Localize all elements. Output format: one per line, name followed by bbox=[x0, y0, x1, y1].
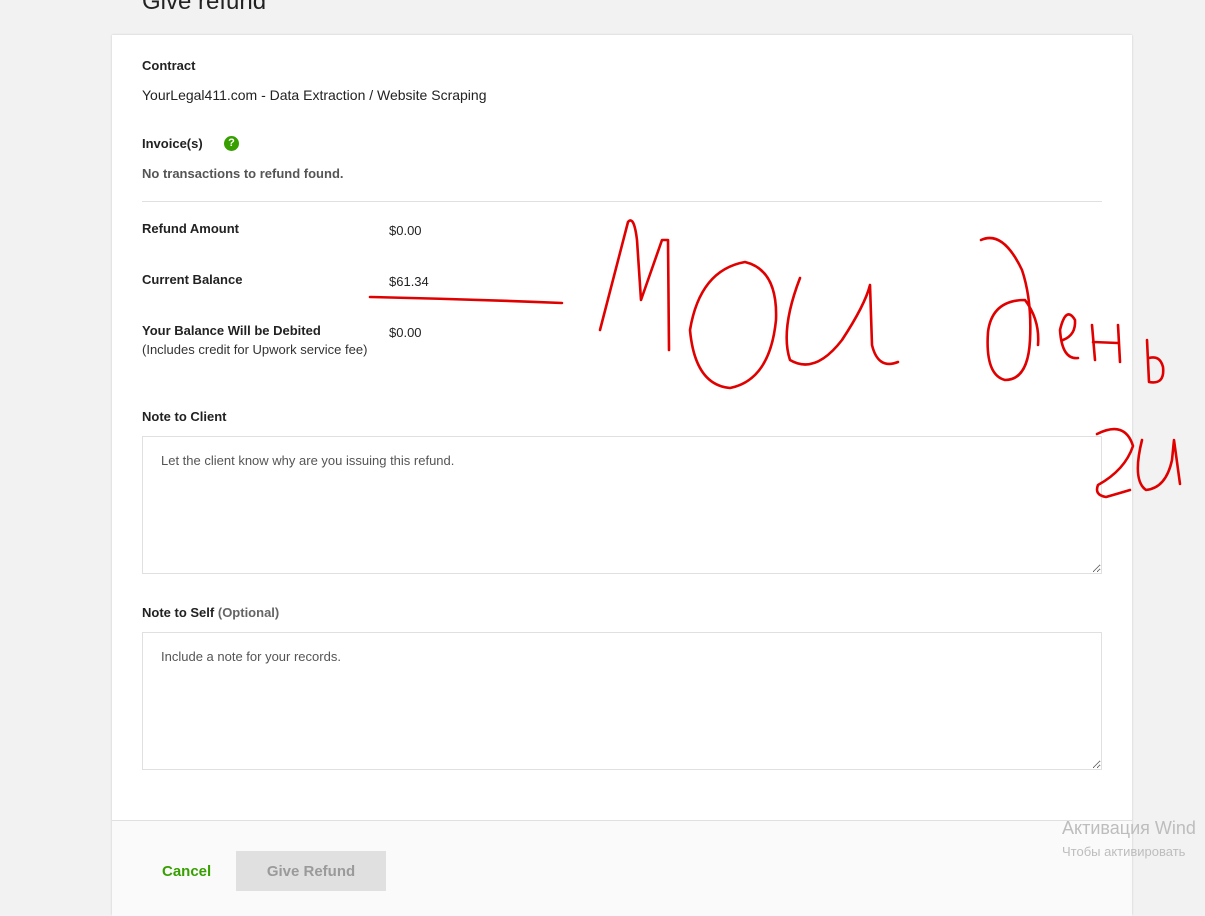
page-title: Give refund bbox=[142, 0, 267, 15]
letter-soft-sign-stroke bbox=[1145, 338, 1165, 384]
current-balance-value: $61.34 bbox=[389, 274, 429, 289]
question-circle-icon[interactable]: ? bbox=[224, 136, 239, 151]
note-to-self-label: Note to Self (Optional) bbox=[142, 605, 279, 620]
form-footer: Cancel Give Refund bbox=[112, 820, 1132, 916]
current-balance-label: Current Balance bbox=[142, 272, 243, 287]
note-to-client-label: Note to Client bbox=[142, 409, 227, 424]
letter-i2-stroke bbox=[1136, 438, 1182, 492]
cancel-button[interactable]: Cancel bbox=[162, 863, 211, 880]
no-transactions-message: No transactions to refund found. bbox=[142, 166, 344, 181]
contract-name: YourLegal411.com - Data Extraction / Web… bbox=[142, 87, 487, 103]
windows-activation-subtitle: Чтобы активировать bbox=[1062, 844, 1186, 859]
balance-debited-note: (Includes credit for Upwork service fee) bbox=[142, 342, 368, 357]
note-to-self-title: Note to Self bbox=[142, 605, 215, 620]
contract-label: Contract bbox=[142, 58, 196, 73]
refund-form-card: Contract YourLegal411.com - Data Extract… bbox=[112, 35, 1132, 916]
give-refund-button[interactable]: Give Refund bbox=[236, 851, 386, 891]
refund-amount-value: $0.00 bbox=[389, 223, 422, 238]
note-to-client-textarea[interactable] bbox=[142, 436, 1102, 574]
balance-debited-value: $0.00 bbox=[389, 325, 422, 340]
note-to-self-textarea[interactable] bbox=[142, 632, 1102, 770]
invoices-label: Invoice(s) bbox=[142, 136, 203, 151]
balance-debited-label: Your Balance Will be Debited bbox=[142, 323, 321, 338]
refund-amount-label: Refund Amount bbox=[142, 221, 239, 236]
section-divider bbox=[142, 201, 1102, 202]
windows-activation-title: Активация Wind bbox=[1062, 818, 1196, 838]
optional-tag: (Optional) bbox=[217, 605, 280, 620]
